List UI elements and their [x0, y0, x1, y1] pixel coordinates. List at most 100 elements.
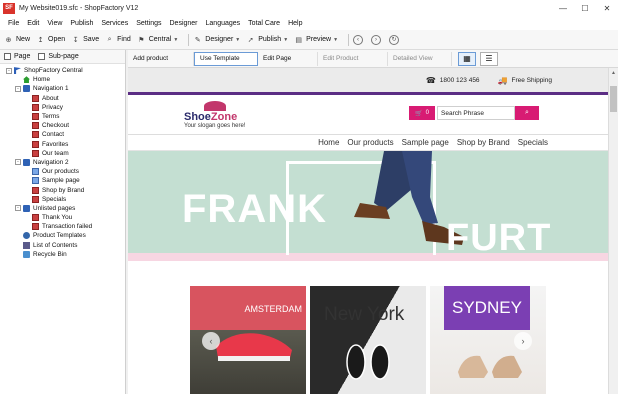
- tree-item[interactable]: Privacy: [0, 103, 125, 112]
- publish-button[interactable]: ➚ Publish ▼: [246, 35, 288, 44]
- maximize-button[interactable]: ☐: [574, 0, 596, 16]
- shoe-logo-icon: [204, 101, 226, 111]
- list-view-button[interactable]: ☰: [480, 51, 498, 66]
- open-button[interactable]: ↥ Open: [36, 35, 66, 44]
- open-icon: ↥: [37, 36, 44, 44]
- tree-item[interactable]: Home: [0, 75, 125, 84]
- edit-page-dropdown[interactable]: Edit Page: [258, 51, 318, 66]
- title-bar: SF My Website019.sfc - ShopFactory V12 —…: [0, 0, 618, 16]
- website-preview: ☎ 1800 123 456 🚚 Free Shipping ShoeZone …: [128, 68, 608, 394]
- chevron-down-icon: ▼: [173, 36, 179, 43]
- find-button[interactable]: ⌕ Find: [105, 35, 131, 44]
- tree-item[interactable]: List of Contents: [0, 241, 125, 250]
- expander-icon[interactable]: -: [15, 205, 21, 212]
- menu-designer[interactable]: Designer: [166, 20, 202, 27]
- tree-item-label: Unlisted pages: [33, 204, 76, 212]
- city-name: New York: [324, 304, 405, 325]
- expander-icon[interactable]: -: [15, 85, 21, 92]
- minimize-button[interactable]: —: [552, 0, 574, 16]
- tree-item-label: Transaction failed: [42, 223, 93, 231]
- site-shipping: Free Shipping: [511, 76, 552, 84]
- preview-scrollbar[interactable]: ▲: [608, 68, 618, 394]
- site-nav-item[interactable]: Specials: [518, 138, 548, 147]
- scroll-up-icon[interactable]: ▲: [609, 68, 618, 78]
- refresh-icon[interactable]: ↻: [389, 34, 400, 45]
- menu-help[interactable]: Help: [284, 20, 306, 27]
- tree-item[interactable]: About: [0, 94, 125, 103]
- tab-sub-page[interactable]: Sub-page: [34, 53, 82, 60]
- window-controls: — ☐ ✕: [552, 0, 618, 16]
- tree-item[interactable]: - ShopFactory Central: [0, 66, 125, 75]
- tree-item[interactable]: Our team: [0, 149, 125, 158]
- expander-icon[interactable]: -: [6, 67, 12, 74]
- tree-item-label: About: [42, 94, 59, 102]
- tree-item[interactable]: Specials: [0, 195, 125, 204]
- carousel-prev-button[interactable]: ‹: [202, 332, 220, 350]
- menu-publish[interactable]: Publish: [66, 20, 97, 27]
- truck-icon: 🚚: [497, 75, 508, 85]
- forward-icon[interactable]: ›: [371, 34, 382, 45]
- city-card-new-york[interactable]: New York: [310, 286, 426, 394]
- carousel-next-button[interactable]: ›: [514, 332, 532, 350]
- site-nav-item[interactable]: Our products: [347, 138, 393, 147]
- tree-item[interactable]: Terms: [0, 112, 125, 121]
- tree-item-label: Our team: [42, 149, 69, 157]
- tree-item[interactable]: Transaction failed: [0, 222, 125, 231]
- close-button[interactable]: ✕: [596, 0, 618, 16]
- folder-icon: [23, 85, 30, 93]
- scroll-thumb[interactable]: [610, 86, 617, 112]
- site-nav-item[interactable]: Home: [318, 138, 339, 147]
- edit-page-label: Edit Page: [263, 55, 292, 62]
- preview-button[interactable]: ▤ Preview ▼: [294, 35, 338, 44]
- expander-icon[interactable]: -: [15, 159, 21, 166]
- site-nav-item[interactable]: Shop by Brand: [457, 138, 510, 147]
- tree-item[interactable]: - Unlisted pages: [0, 204, 125, 213]
- tree-item[interactable]: Checkout: [0, 121, 125, 130]
- menu-settings[interactable]: Settings: [132, 20, 165, 27]
- menu-services[interactable]: Services: [97, 20, 132, 27]
- central-button[interactable]: ⚑ Central ▼: [137, 35, 179, 44]
- page-icon: [32, 214, 39, 222]
- tree-item[interactable]: - Navigation 2: [0, 158, 125, 167]
- tree-item-label: Our products: [42, 168, 79, 176]
- flag-icon: ⚑: [138, 36, 145, 44]
- publish-icon: ➚: [247, 36, 254, 44]
- detailed-view-dropdown[interactable]: Detailed View: [388, 51, 452, 66]
- open-label: Open: [48, 36, 66, 43]
- site-search-input[interactable]: Search Phrase: [437, 106, 515, 120]
- tree-item[interactable]: Thank You: [0, 213, 125, 222]
- menu-edit[interactable]: Edit: [23, 20, 43, 27]
- save-button[interactable]: ↧ Save: [71, 35, 99, 44]
- grid-icon: ▦: [463, 54, 471, 63]
- site-search-button[interactable]: ⌕: [515, 106, 539, 120]
- tree-item[interactable]: Contact: [0, 130, 125, 139]
- designer-button[interactable]: ✎ Designer ▼: [193, 35, 240, 44]
- site-nav-item[interactable]: Sample page: [402, 138, 449, 147]
- site-tree-panel: Page Sub-page - ShopFactory Central Home - N…: [0, 50, 126, 394]
- tree-item[interactable]: Product Templates: [0, 231, 125, 240]
- tree-item[interactable]: Recycle Bin: [0, 250, 125, 259]
- tree-item[interactable]: Our products: [0, 167, 125, 176]
- menu-file[interactable]: File: [4, 20, 23, 27]
- edit-product-dropdown[interactable]: Edit Product: [318, 51, 388, 66]
- site-logo[interactable]: ShoeZone Your slogan goes here!: [184, 101, 246, 129]
- publish-label: Publish: [258, 36, 282, 43]
- tree-item[interactable]: Shop by Brand: [0, 185, 125, 194]
- menu-languages[interactable]: Languages: [202, 20, 245, 27]
- tab-page-label: Page: [14, 53, 31, 60]
- tree-item-label: Recycle Bin: [33, 250, 67, 258]
- tab-page[interactable]: Page: [0, 53, 34, 60]
- cart-button[interactable]: 🛒 0: [409, 106, 435, 120]
- tree-item[interactable]: Favorites: [0, 140, 125, 149]
- city-carousel: AMSTERDAM New York SYDNEY: [190, 286, 550, 394]
- tree-item[interactable]: Sample page: [0, 176, 125, 185]
- add-product-dropdown[interactable]: Add product: [128, 51, 194, 66]
- menu-total-care[interactable]: Total Care: [244, 20, 284, 27]
- back-icon[interactable]: ‹: [353, 34, 364, 45]
- menu-view[interactable]: View: [43, 20, 66, 27]
- tree-item[interactable]: - Navigation 1: [0, 84, 125, 93]
- new-button[interactable]: ⊕ New: [4, 35, 30, 44]
- grid-view-button[interactable]: ▦: [458, 51, 476, 66]
- use-template-dropdown[interactable]: Use Template: [194, 51, 258, 66]
- main-toolbar: ⊕ New ↥ Open ↧ Save ⌕ Find ⚑ Central ▼ ✎…: [0, 30, 618, 50]
